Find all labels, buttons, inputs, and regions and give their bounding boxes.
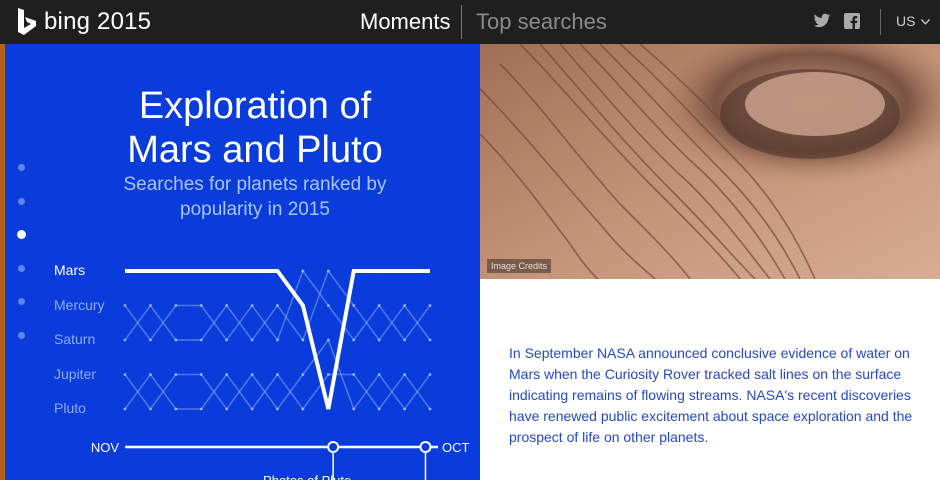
series-point [301, 407, 305, 411]
series-point [377, 373, 381, 376]
series-point [199, 338, 203, 342]
region-selector[interactable]: US [896, 13, 931, 29]
series-point [174, 373, 178, 376]
nav-divider [461, 5, 462, 39]
series-point [326, 304, 330, 307]
series-point [174, 304, 178, 307]
bing-b-icon [18, 8, 36, 35]
series-point [352, 407, 356, 411]
series-point [199, 407, 203, 411]
series-point [428, 304, 432, 307]
series-point [377, 304, 381, 307]
series-point [326, 373, 330, 376]
series-point [428, 338, 432, 342]
series-point [250, 304, 254, 307]
series-point [149, 338, 152, 342]
series-point [326, 338, 330, 342]
mars-surface-image [480, 44, 940, 279]
series-point [123, 304, 127, 307]
series-point [149, 304, 152, 307]
facebook-icon[interactable] [844, 13, 860, 34]
series-point [174, 407, 178, 411]
series-point [352, 338, 356, 342]
region-label: US [896, 13, 916, 29]
series-point [326, 269, 330, 273]
series-point [250, 407, 254, 411]
series-point [225, 373, 229, 376]
mars-photo: Image Credits [480, 44, 940, 279]
series-point [225, 338, 229, 342]
series-point [276, 304, 279, 307]
series-line-pluto [124, 373, 431, 411]
article-panel: In September NASA announced conclusive e… [480, 279, 940, 480]
series-point [199, 304, 203, 307]
series-point [276, 338, 279, 342]
series-point [352, 304, 356, 307]
series-point [276, 373, 279, 376]
series-point [403, 407, 406, 411]
article-text: In September NASA announced conclusive e… [509, 345, 913, 445]
timeline-annotation: Photos of Pluto [263, 473, 351, 480]
series-point [250, 338, 254, 342]
series-point [276, 407, 279, 411]
series-point [123, 338, 127, 342]
series-point [149, 373, 152, 376]
series-point [352, 373, 356, 376]
bing-logo[interactable]: bing 2015 [16, 6, 151, 38]
series-point [301, 373, 305, 376]
image-credits-link[interactable]: Image Credits [487, 259, 552, 273]
series-point [377, 407, 381, 411]
series-point [225, 304, 229, 307]
twitter-icon[interactable] [813, 13, 831, 34]
series-point [428, 373, 432, 376]
series-point [403, 373, 406, 376]
series-point [225, 407, 229, 411]
series-point [123, 407, 127, 411]
infographic-panel: Exploration of Mars and Pluto Searches f… [5, 44, 480, 480]
region-divider [880, 9, 881, 35]
series-point [250, 373, 254, 376]
timeline-start-label: NOV [91, 440, 120, 455]
top-bar: bing 2015 Moments Top searches US [0, 0, 940, 44]
series-point [301, 269, 305, 273]
series-point [199, 373, 203, 376]
rank-chart: NOV OCT Photos of Pluto [91, 269, 470, 480]
series-point [403, 304, 406, 307]
timeline-marker[interactable] [327, 441, 340, 453]
series-point [377, 338, 381, 342]
nav-top-searches[interactable]: Top searches [476, 9, 607, 35]
series-point [301, 338, 305, 342]
series-point [403, 338, 406, 342]
nav-moments[interactable]: Moments [360, 9, 450, 35]
series-point [149, 407, 152, 411]
series-point [428, 407, 432, 411]
series-point [174, 338, 178, 342]
timeline-end-label: OCT [442, 440, 470, 455]
series-point [123, 373, 127, 376]
timeline-marker[interactable] [419, 441, 432, 453]
logo-text: bing 2015 [44, 8, 152, 35]
chevron-down-icon [921, 19, 931, 26]
